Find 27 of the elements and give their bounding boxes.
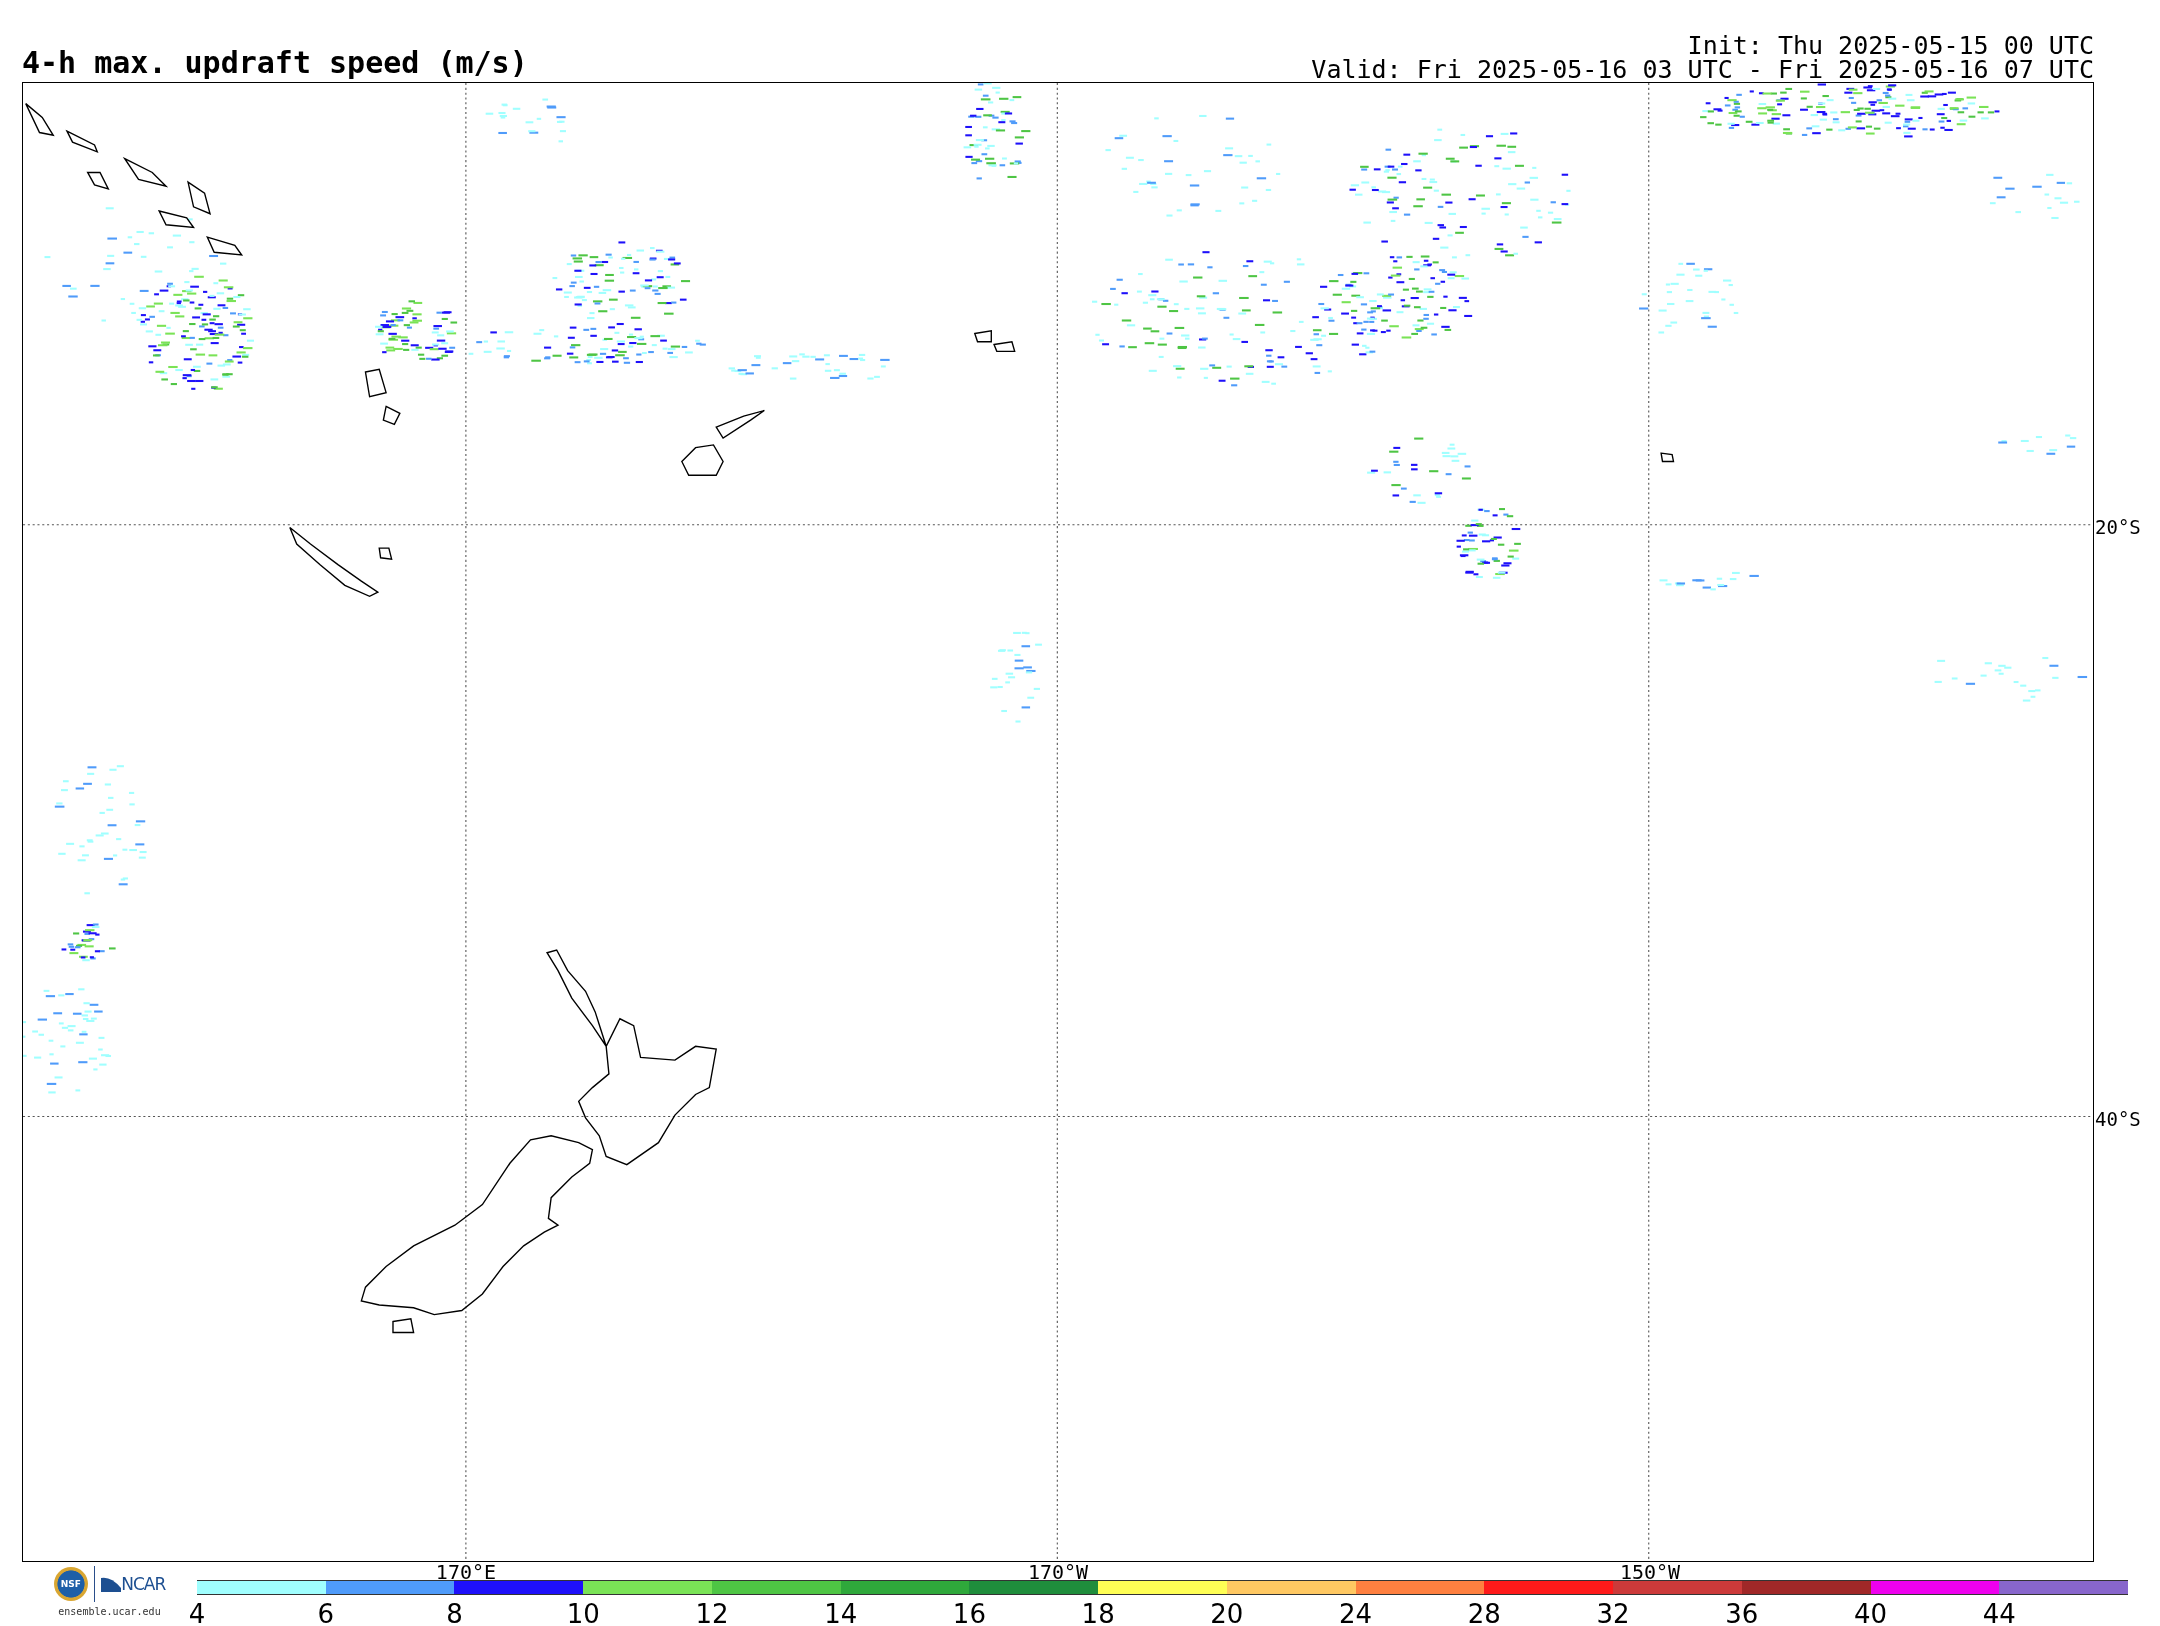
init-time: Init: Thu 2025-05-15 00 UTC: [1687, 34, 2094, 58]
latitude-label: 20°S: [2094, 517, 2141, 537]
brand-logo: NCAR: [121, 1574, 166, 1594]
brand-mark-icon: [101, 1576, 122, 1592]
colorbar-tick-label: 12: [695, 1601, 729, 1626]
colorbar-tick-label: 4: [188, 1601, 206, 1626]
colorbar-tick-label: 16: [952, 1601, 986, 1626]
colorbar-tick-label: 24: [1339, 1601, 1373, 1626]
colorbar-tick-label: 14: [824, 1601, 858, 1626]
colorbar-tick-label: 10: [566, 1601, 600, 1626]
map-title: 4-h max. updraft speed (m/s): [22, 48, 528, 82]
longitude-label: 170°W: [1027, 1561, 1089, 1582]
colorbar-tick-label: 32: [1596, 1601, 1630, 1626]
colorbar-tick-label: 40: [1854, 1601, 1888, 1626]
colorbar-tick-label: 36: [1725, 1601, 1759, 1626]
longitude-label: 150°W: [1619, 1561, 1681, 1582]
colorbar-tick-label: 18: [1081, 1601, 1115, 1626]
latitude-label: 40°S: [2094, 1109, 2141, 1129]
valid-time: Valid: Fri 2025-05-16 03 UTC - Fri 2025-05-16 07 UTC: [1311, 58, 2094, 82]
seal-logo: NSF: [53, 1567, 88, 1601]
colorbar-tick-label: 6: [317, 1601, 334, 1626]
longitude-label: 170°E: [435, 1561, 497, 1582]
colorbar-tick-label: 44: [1982, 1601, 2016, 1626]
colorbar-tick-label: 20: [1210, 1601, 1244, 1626]
colorbar-tick-label: 8: [446, 1601, 463, 1626]
site-url: ensemble.ucar.edu: [58, 1606, 161, 1617]
colorbar-tick-label: 28: [1467, 1601, 1501, 1626]
